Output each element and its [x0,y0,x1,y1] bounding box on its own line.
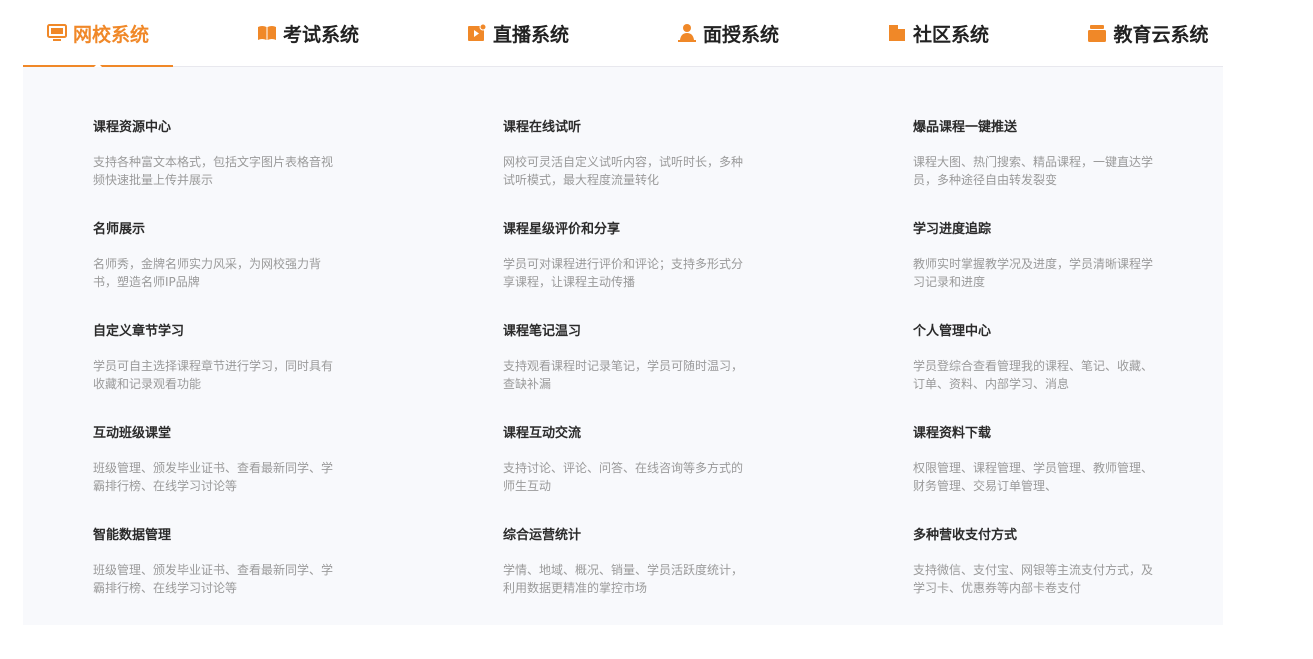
teacher-icon [677,24,696,42]
tab-exam[interactable]: 考试系统 [233,0,383,66]
feature-title: 多种营收支付方式 [913,528,1018,543]
tab-online-school[interactable]: 网校系统 [23,0,173,67]
feature-desc: 学员可对课程进行评价和评论；支持多形式分享课程，让课程主动传播 [503,257,744,289]
community-icon [888,25,905,41]
feature-desc: 支持各种富文本格式，包括文字图片表格音视频快速批量上传并展示 [93,155,334,187]
feature-title: 课程笔记温习 [503,324,582,339]
cloud-box-icon [1088,25,1107,42]
feature-item: 互动班级课堂 班级管理、颁发毕业证书、查看最新同学、学霸排行榜、在线学习讨论等 [93,425,338,495]
feature-title: 课程资源中心 [93,120,172,135]
feature-item: 智能数据管理 班级管理、颁发毕业证书、查看最新同学、学霸排行榜、在线学习讨论等 [93,527,338,597]
feature-desc: 学情、地域、概况、销量、学员活跃度统计，利用数据更精准的掌控市场 [503,563,744,595]
feature-desc: 支持微信、支付宝、网银等主流支付方式，及学习卡、优惠券等内部卡卷支付 [913,563,1154,595]
tab-face-teaching[interactable]: 面授系统 [653,0,803,66]
feature-desc: 教师实时掌握教学况及进度，学员清晰课程学习记录和进度 [913,257,1154,289]
tab-community[interactable]: 社区系统 [863,0,1013,66]
feature-title: 名师展示 [93,222,146,237]
feature-desc: 班级管理、颁发毕业证书、查看最新同学、学霸排行榜、在线学习讨论等 [93,563,334,595]
feature-desc: 学员登综合查看管理我的课程、笔记、收藏、订单、资料、内部学习、消息 [913,359,1154,391]
feature-title: 自定义章节学习 [93,324,185,339]
feature-item: 个人管理中心 学员登综合查看管理我的课程、笔记、收藏、订单、资料、内部学习、消息 [913,323,1158,393]
tab-label: 网校系统 [72,23,149,46]
feature-item: 学习进度追踪 教师实时掌握教学况及进度，学员清晰课程学习记录和进度 [913,221,1158,291]
feature-item: 课程星级评价和分享 学员可对课程进行评价和评论；支持多形式分享课程，让课程主动传… [503,221,748,291]
monitor-icon [46,24,67,41]
feature-title: 课程在线试听 [503,120,582,135]
tab-label: 直播系统 [492,23,569,46]
feature-desc: 支持讨论、评论、问答、在线咨询等多方式的师生互动 [503,461,744,493]
feature-item: 多种营收支付方式 支持微信、支付宝、网银等主流支付方式，及学习卡、优惠券等内部卡… [913,527,1158,597]
feature-desc: 课程大图、热门搜索、精品课程，一键直达学员，多种途径自由转发裂变 [913,155,1154,187]
tab-edu-cloud[interactable]: 教育云系统 [1073,0,1223,66]
feature-item: 爆品课程一键推送 课程大图、热门搜索、精品课程，一键直达学员，多种途径自由转发裂… [913,119,1158,189]
feature-item: 名师展示 名师秀，金牌名师实力风采，为网校强力背书，塑造名师IP品牌 [93,221,338,291]
feature-item: 课程资料下载 权限管理、课程管理、学员管理、教师管理、财务管理、交易订单管理、 [913,425,1158,495]
feature-title: 课程互动交流 [503,426,582,441]
system-tabs: 网校系统 考试系统 直播系统 面授系统 社区系统 教育云系统 [23,0,1223,67]
tab-label: 教育云系统 [1113,23,1209,46]
feature-desc: 学员可自主选择课程章节进行学习，同时具有收藏和记录观看功能 [93,359,334,391]
feature-desc: 名师秀，金牌名师实力风采，为网校强力背书，塑造名师IP品牌 [93,257,322,289]
live-play-icon [467,23,487,41]
book-icon [257,26,276,40]
tab-label: 面授系统 [702,23,779,46]
feature-title: 课程资料下载 [913,426,992,441]
tab-label: 考试系统 [282,23,359,46]
feature-title: 互动班级课堂 [93,426,172,441]
feature-title: 个人管理中心 [913,324,992,339]
feature-title: 智能数据管理 [93,528,172,543]
tab-live[interactable]: 直播系统 [443,0,593,66]
feature-desc: 支持观看课程时记录笔记，学员可随时温习，查缺补漏 [503,359,744,391]
feature-desc: 权限管理、课程管理、学员管理、教师管理、财务管理、交易订单管理、 [913,461,1154,493]
feature-desc: 班级管理、颁发毕业证书、查看最新同学、学霸排行榜、在线学习讨论等 [93,461,334,493]
feature-item: 课程在线试听 网校可灵活自定义试听内容，试听时长，多种试听模式，最大程度流量转化 [503,119,748,189]
feature-item: 课程互动交流 支持讨论、评论、问答、在线咨询等多方式的师生互动 [503,425,748,495]
feature-desc: 网校可灵活自定义试听内容，试听时长，多种试听模式，最大程度流量转化 [503,155,744,187]
feature-panel: 课程资源中心 支持各种富文本格式，包括文字图片表格音视频快速批量上传并展示 课程… [23,67,1223,625]
feature-item: 课程笔记温习 支持观看课程时记录笔记，学员可随时温习，查缺补漏 [503,323,748,393]
feature-title: 课程星级评价和分享 [503,222,621,237]
feature-title: 学习进度追踪 [913,222,992,237]
feature-title: 综合运营统计 [503,528,582,543]
feature-item: 课程资源中心 支持各种富文本格式，包括文字图片表格音视频快速批量上传并展示 [93,119,338,189]
feature-item: 自定义章节学习 学员可自主选择课程章节进行学习，同时具有收藏和记录观看功能 [93,323,338,393]
tab-label: 社区系统 [912,23,989,46]
feature-title: 爆品课程一键推送 [913,120,1018,135]
feature-item: 综合运营统计 学情、地域、概况、销量、学员活跃度统计，利用数据更精准的掌控市场 [503,527,748,597]
